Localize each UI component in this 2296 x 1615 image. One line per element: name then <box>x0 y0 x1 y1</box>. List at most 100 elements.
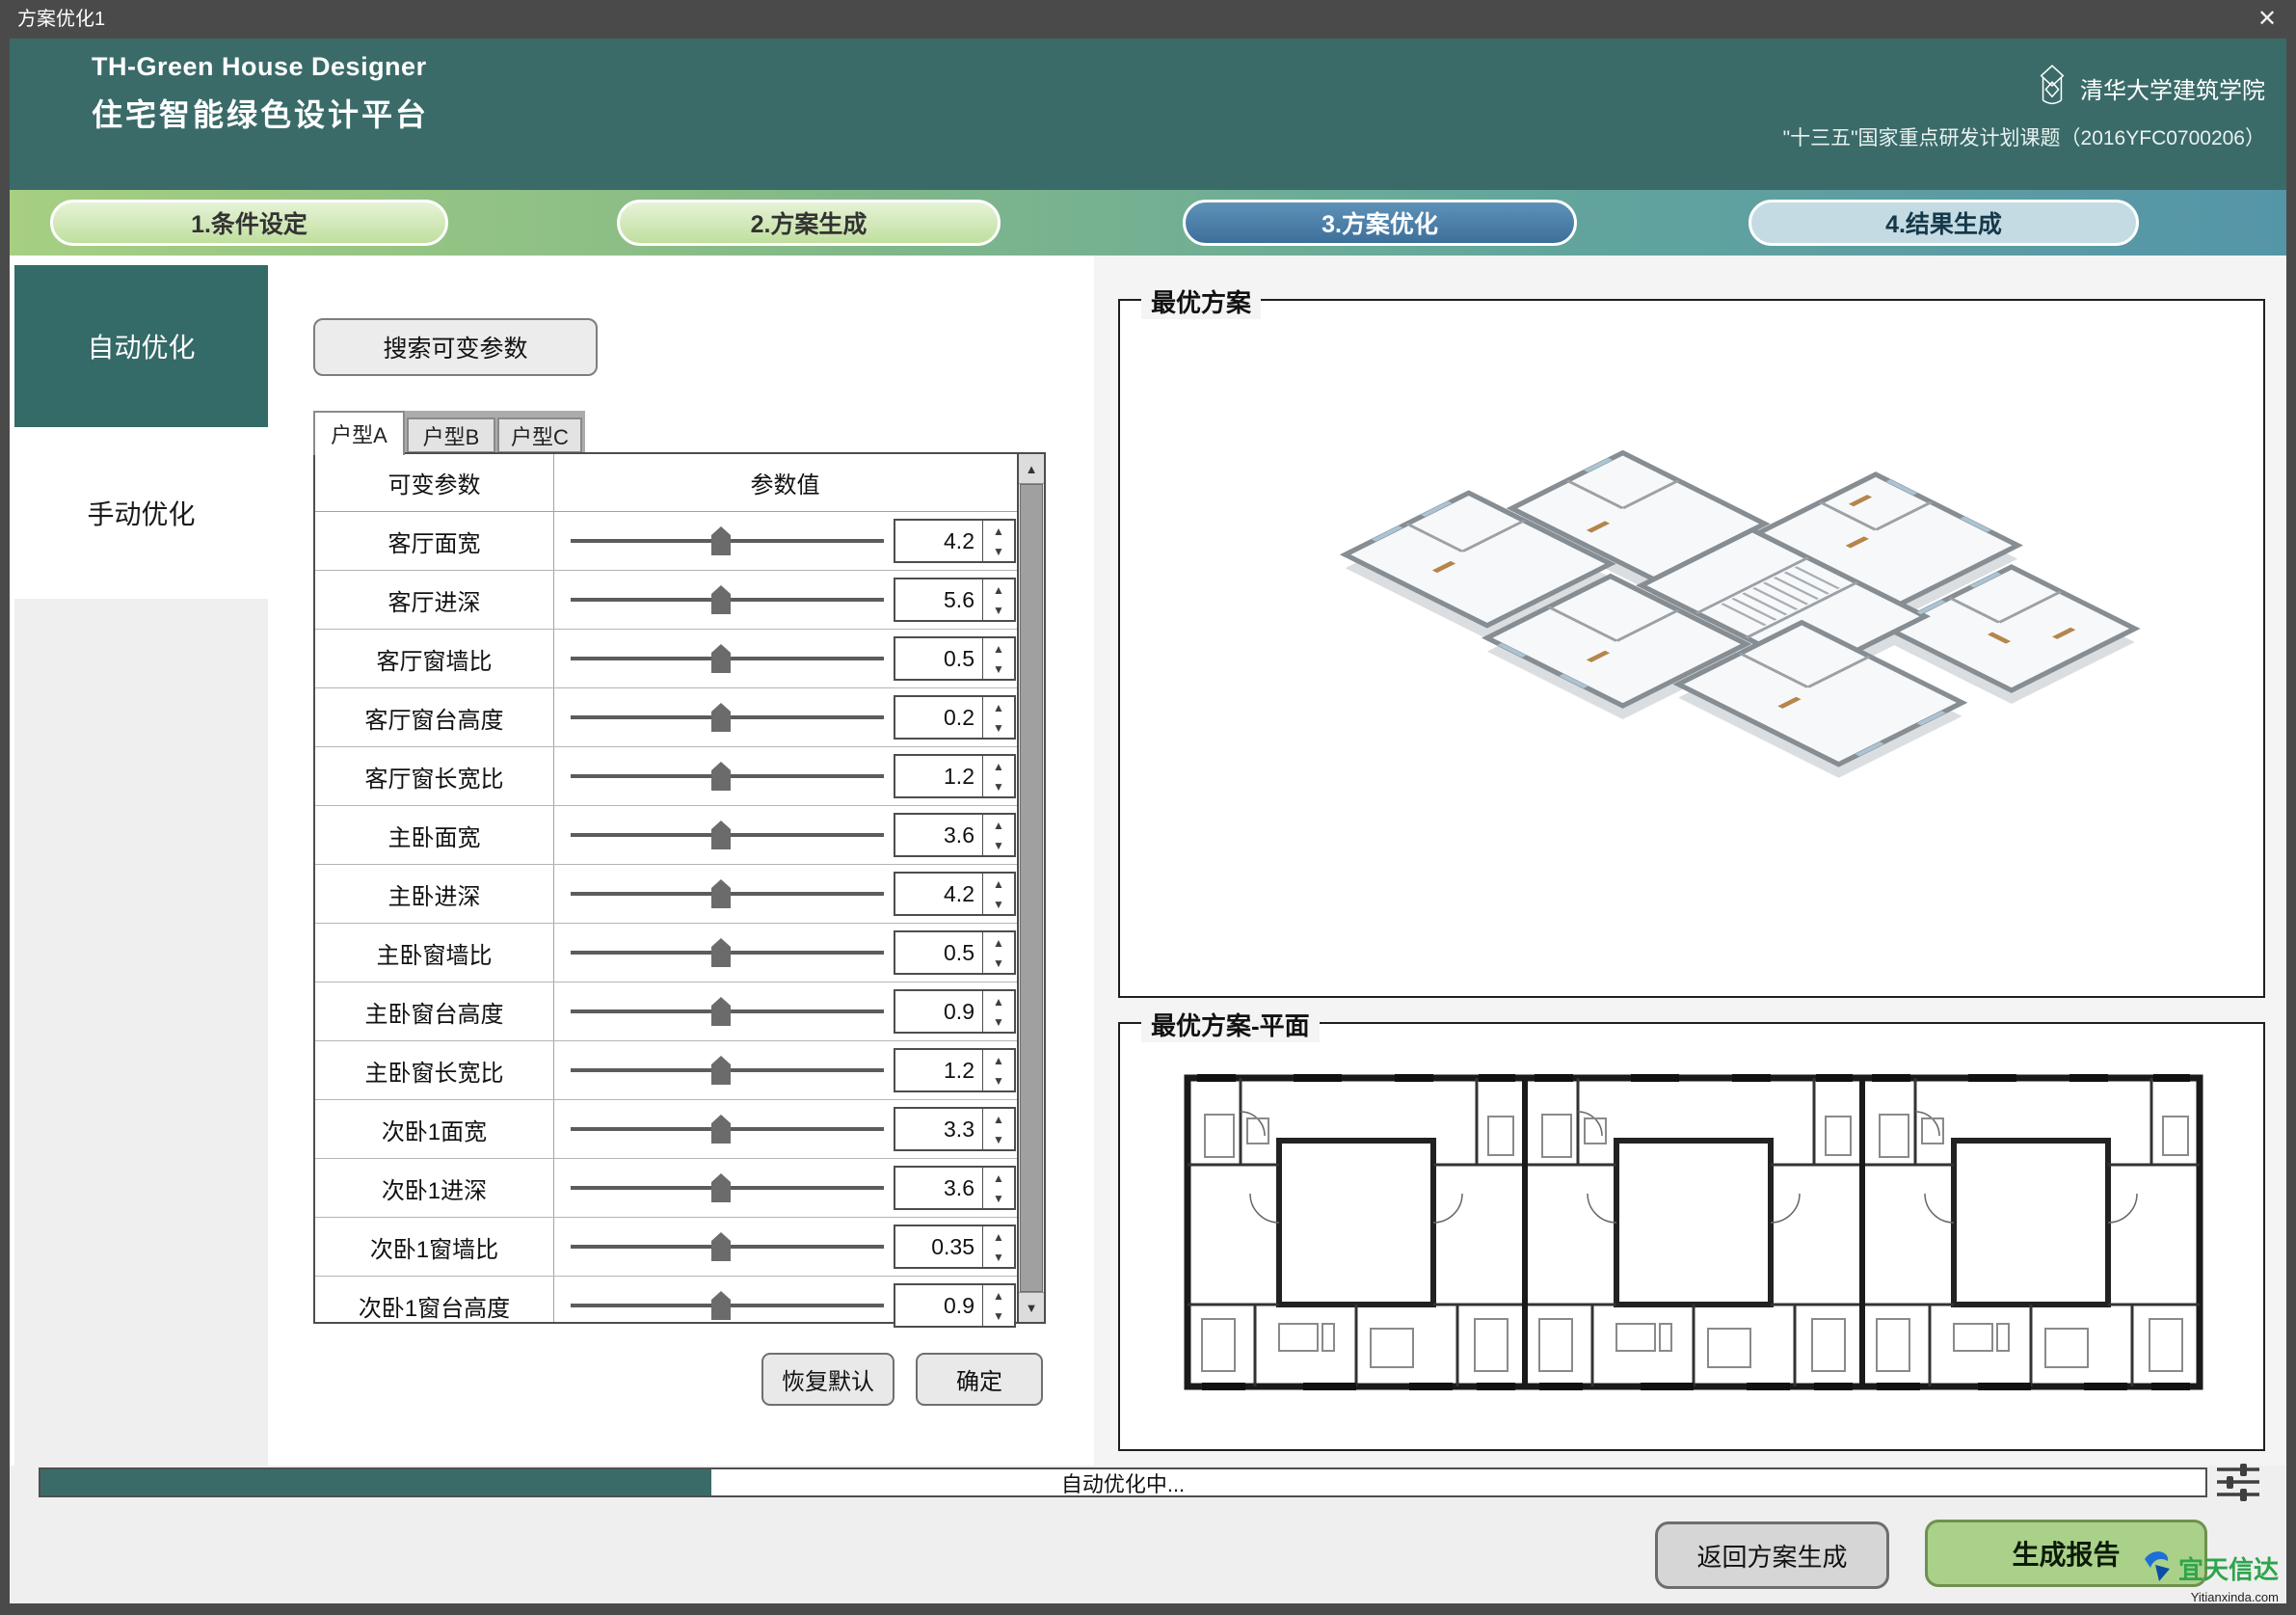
close-icon[interactable]: ✕ <box>2248 0 2286 39</box>
param-value[interactable]: 1.2 <box>895 1050 983 1090</box>
param-value[interactable]: 3.3 <box>895 1109 983 1149</box>
spin-up-icon[interactable]: ▲ <box>983 815 1014 835</box>
spin-up-icon[interactable]: ▲ <box>983 638 1014 659</box>
param-spinbox[interactable]: 0.9 ▲ ▼ <box>894 989 1016 1034</box>
sidebar-item-auto-optimize[interactable]: 自动优化 <box>14 265 268 427</box>
param-slider[interactable] <box>571 1232 884 1261</box>
param-slider[interactable] <box>571 879 884 908</box>
spin-down-icon[interactable]: ▼ <box>983 600 1014 620</box>
confirm-button[interactable]: 确定 <box>916 1353 1043 1406</box>
reset-defaults-button[interactable]: 恢复默认 <box>761 1353 894 1406</box>
spin-down-icon[interactable]: ▼ <box>983 717 1014 738</box>
spin-up-icon[interactable]: ▲ <box>983 697 1014 717</box>
slider-thumb[interactable] <box>711 703 731 732</box>
param-spinbox[interactable]: 3.3 ▲ ▼ <box>894 1107 1016 1151</box>
param-spinbox[interactable]: 0.9 ▲ ▼ <box>894 1283 1016 1328</box>
param-slider[interactable] <box>571 997 884 1026</box>
spin-down-icon[interactable]: ▼ <box>983 953 1014 973</box>
spin-down-icon[interactable]: ▼ <box>983 835 1014 855</box>
param-slider[interactable] <box>571 703 884 732</box>
sidebar-item-manual-optimize[interactable]: 手动优化 <box>14 427 268 599</box>
param-value[interactable]: 0.35 <box>895 1226 983 1267</box>
param-value[interactable]: 0.9 <box>895 1285 983 1326</box>
slider-thumb[interactable] <box>711 821 731 849</box>
scroll-down-icon[interactable]: ▼ <box>1019 1292 1044 1322</box>
slider-thumb[interactable] <box>711 585 731 614</box>
param-value[interactable]: 4.2 <box>895 874 983 914</box>
spin-down-icon[interactable]: ▼ <box>983 659 1014 679</box>
param-slider[interactable] <box>571 585 884 614</box>
spin-up-icon[interactable]: ▲ <box>983 932 1014 953</box>
step-4-result[interactable]: 4.结果生成 <box>1749 200 2139 246</box>
spin-down-icon[interactable]: ▼ <box>983 1247 1014 1267</box>
param-spinbox[interactable]: 4.2 ▲ ▼ <box>894 872 1016 916</box>
slider-thumb[interactable] <box>711 879 731 908</box>
param-spinbox[interactable]: 1.2 ▲ ▼ <box>894 1048 1016 1092</box>
slider-thumb[interactable] <box>711 762 731 791</box>
param-value[interactable]: 3.6 <box>895 815 983 855</box>
param-slider[interactable] <box>571 1291 884 1320</box>
param-spinbox[interactable]: 4.2 ▲ ▼ <box>894 519 1016 563</box>
slider-thumb[interactable] <box>711 644 731 673</box>
slider-thumb[interactable] <box>711 1056 731 1085</box>
param-value[interactable]: 3.6 <box>895 1168 983 1208</box>
param-spinbox[interactable]: 3.6 ▲ ▼ <box>894 1166 1016 1210</box>
param-slider[interactable] <box>571 526 884 555</box>
spin-down-icon[interactable]: ▼ <box>983 1305 1014 1326</box>
param-slider[interactable] <box>571 644 884 673</box>
spin-up-icon[interactable]: ▲ <box>983 1050 1014 1070</box>
param-slider[interactable] <box>571 938 884 967</box>
param-slider[interactable] <box>571 762 884 791</box>
spin-up-icon[interactable]: ▲ <box>983 991 1014 1011</box>
param-value[interactable]: 0.5 <box>895 638 983 679</box>
slider-thumb[interactable] <box>711 1232 731 1261</box>
param-spinbox[interactable]: 0.5 ▲ ▼ <box>894 930 1016 975</box>
step-2-generate[interactable]: 2.方案生成 <box>617 200 1001 246</box>
spin-down-icon[interactable]: ▼ <box>983 776 1014 796</box>
settings-sliders-icon[interactable] <box>2215 1462 2261 1502</box>
scroll-up-icon[interactable]: ▲ <box>1019 454 1044 484</box>
spin-down-icon[interactable]: ▼ <box>983 1188 1014 1208</box>
param-value[interactable]: 0.2 <box>895 697 983 738</box>
param-slider[interactable] <box>571 1115 884 1144</box>
param-value[interactable]: 5.6 <box>895 579 983 620</box>
tab-unit-c[interactable]: 户型C <box>497 417 582 453</box>
param-slider[interactable] <box>571 821 884 849</box>
spin-up-icon[interactable]: ▲ <box>983 1168 1014 1188</box>
param-spinbox[interactable]: 0.35 ▲ ▼ <box>894 1225 1016 1269</box>
param-spinbox[interactable]: 0.2 ▲ ▼ <box>894 695 1016 740</box>
spin-down-icon[interactable]: ▼ <box>983 1011 1014 1032</box>
tab-unit-a[interactable]: 户型A <box>313 411 405 455</box>
search-variable-params-button[interactable]: 搜索可变参数 <box>313 318 598 376</box>
slider-thumb[interactable] <box>711 1115 731 1144</box>
slider-thumb[interactable] <box>711 526 731 555</box>
param-value[interactable]: 0.9 <box>895 991 983 1032</box>
spin-up-icon[interactable]: ▲ <box>983 1109 1014 1129</box>
spin-down-icon[interactable]: ▼ <box>983 541 1014 561</box>
step-1-condition[interactable]: 1.条件设定 <box>50 200 448 246</box>
spin-up-icon[interactable]: ▲ <box>983 521 1014 541</box>
param-spinbox[interactable]: 3.6 ▲ ▼ <box>894 813 1016 857</box>
param-spinbox[interactable]: 1.2 ▲ ▼ <box>894 754 1016 798</box>
slider-thumb[interactable] <box>711 997 731 1026</box>
param-slider[interactable] <box>571 1056 884 1085</box>
table-scrollbar[interactable]: ▲ ▼ <box>1017 454 1044 1322</box>
spin-up-icon[interactable]: ▲ <box>983 1285 1014 1305</box>
param-spinbox[interactable]: 5.6 ▲ ▼ <box>894 578 1016 622</box>
spin-up-icon[interactable]: ▲ <box>983 579 1014 600</box>
param-value[interactable]: 1.2 <box>895 756 983 796</box>
back-to-generation-button[interactable]: 返回方案生成 <box>1655 1521 1889 1589</box>
scrollbar-thumb[interactable] <box>1020 484 1043 1292</box>
param-slider[interactable] <box>571 1173 884 1202</box>
slider-thumb[interactable] <box>711 1291 731 1320</box>
param-value[interactable]: 0.5 <box>895 932 983 973</box>
spin-down-icon[interactable]: ▼ <box>983 1129 1014 1149</box>
tab-unit-b[interactable]: 户型B <box>407 417 495 453</box>
step-3-optimize[interactable]: 3.方案优化 <box>1183 200 1577 246</box>
spin-down-icon[interactable]: ▼ <box>983 894 1014 914</box>
param-spinbox[interactable]: 0.5 ▲ ▼ <box>894 636 1016 681</box>
slider-thumb[interactable] <box>711 938 731 967</box>
spin-up-icon[interactable]: ▲ <box>983 756 1014 776</box>
spin-down-icon[interactable]: ▼ <box>983 1070 1014 1090</box>
spin-up-icon[interactable]: ▲ <box>983 874 1014 894</box>
